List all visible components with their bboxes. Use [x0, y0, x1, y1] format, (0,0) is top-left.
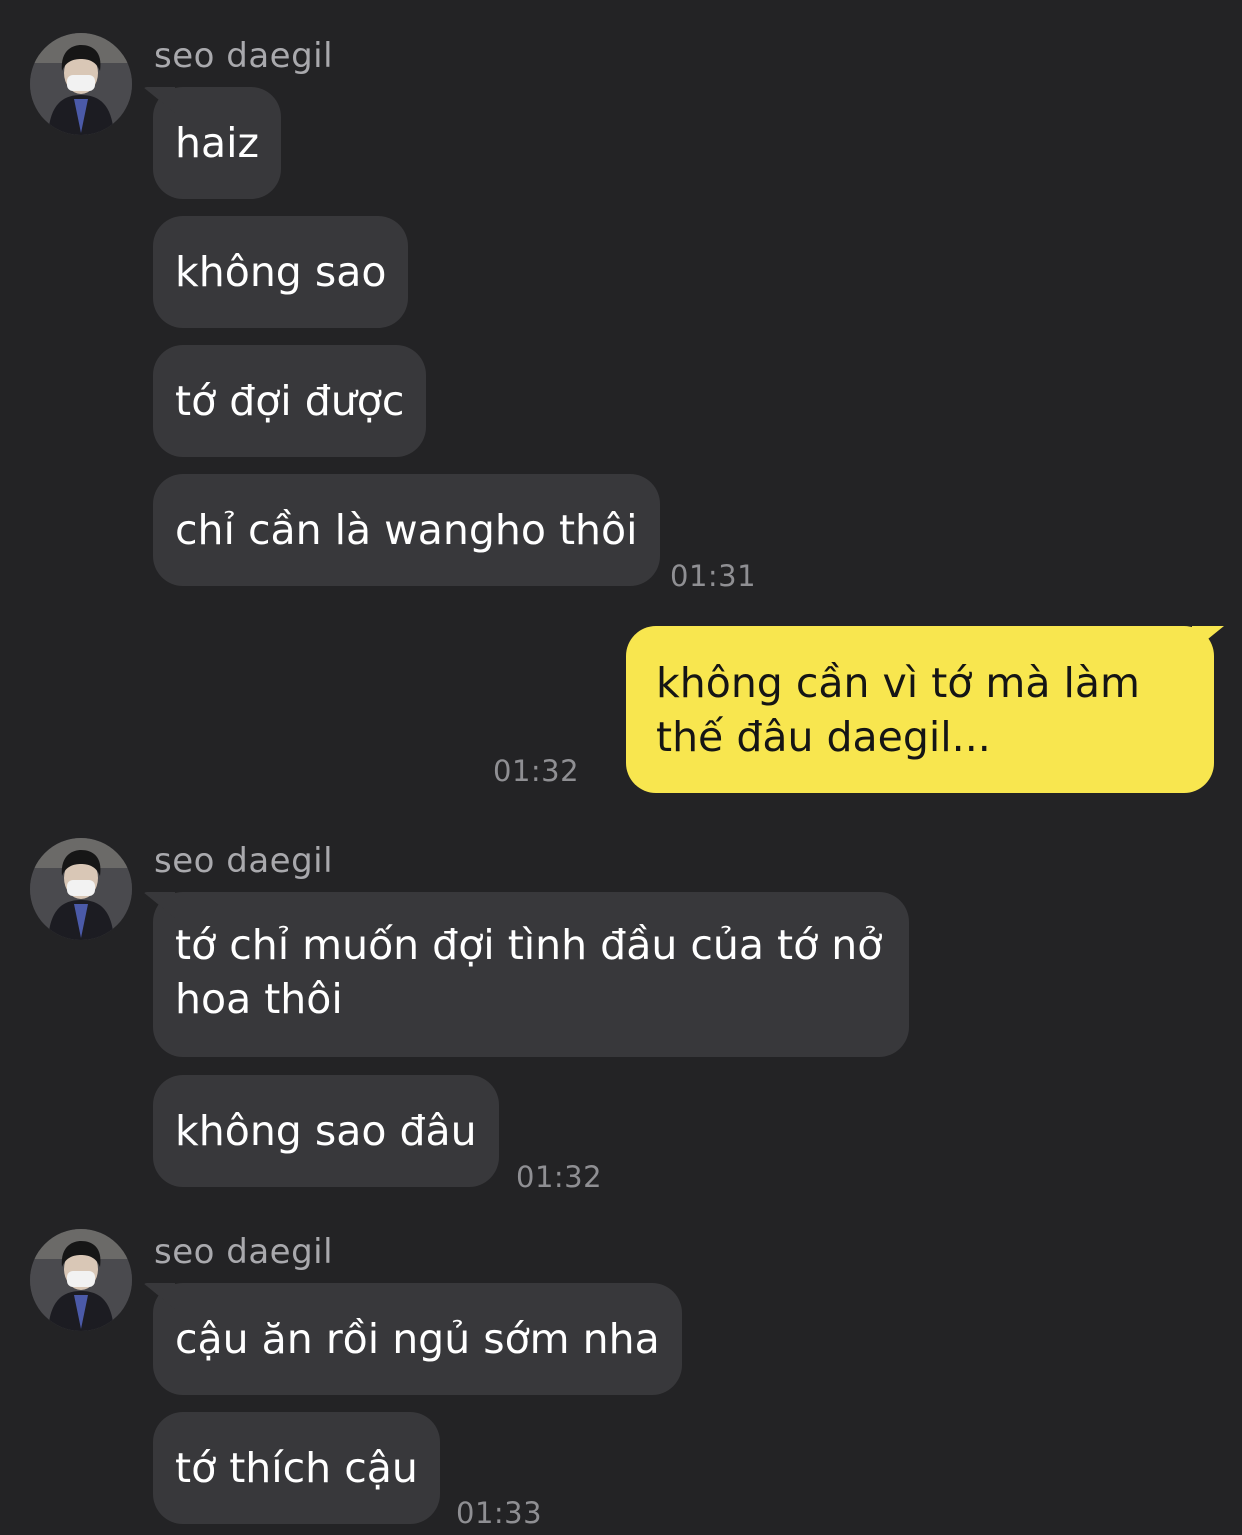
profile-photo-icon [30, 33, 132, 135]
my-message-bubble[interactable]: không cần vì tớ mà làm thế đâu daegil... [626, 626, 1214, 793]
profile-photo-icon [30, 1229, 132, 1331]
chat-view: seo daegil haiz không sao tớ đợi được ch… [0, 0, 1242, 1535]
message-bubble[interactable]: cậu ăn rồi ngủ sớm nha [153, 1283, 682, 1395]
message-timestamp: 01:33 [456, 1496, 543, 1530]
message-bubble[interactable]: chỉ cần là wangho thôi [153, 474, 660, 586]
message-bubble[interactable]: tớ thích cậu [153, 1412, 440, 1524]
message-timestamp: 01:31 [670, 559, 757, 593]
message-bubble[interactable]: tớ chỉ muốn đợi tình đầu của tớ nở hoa t… [153, 892, 909, 1057]
sender-name: seo daegil [154, 841, 334, 881]
sender-avatar[interactable] [30, 33, 132, 135]
message-bubble[interactable]: không sao [153, 216, 409, 328]
message-timestamp: 01:32 [493, 754, 580, 788]
profile-photo-icon [30, 838, 132, 940]
sender-avatar[interactable] [30, 1229, 132, 1331]
message-bubble[interactable]: không sao đâu [153, 1075, 499, 1187]
sender-name: seo daegil [154, 1232, 334, 1272]
message-bubble[interactable]: haiz [153, 87, 282, 199]
message-timestamp: 01:32 [516, 1160, 603, 1194]
message-bubble[interactable]: tớ đợi được [153, 345, 427, 457]
sender-name: seo daegil [154, 36, 334, 76]
sender-avatar[interactable] [30, 838, 132, 940]
